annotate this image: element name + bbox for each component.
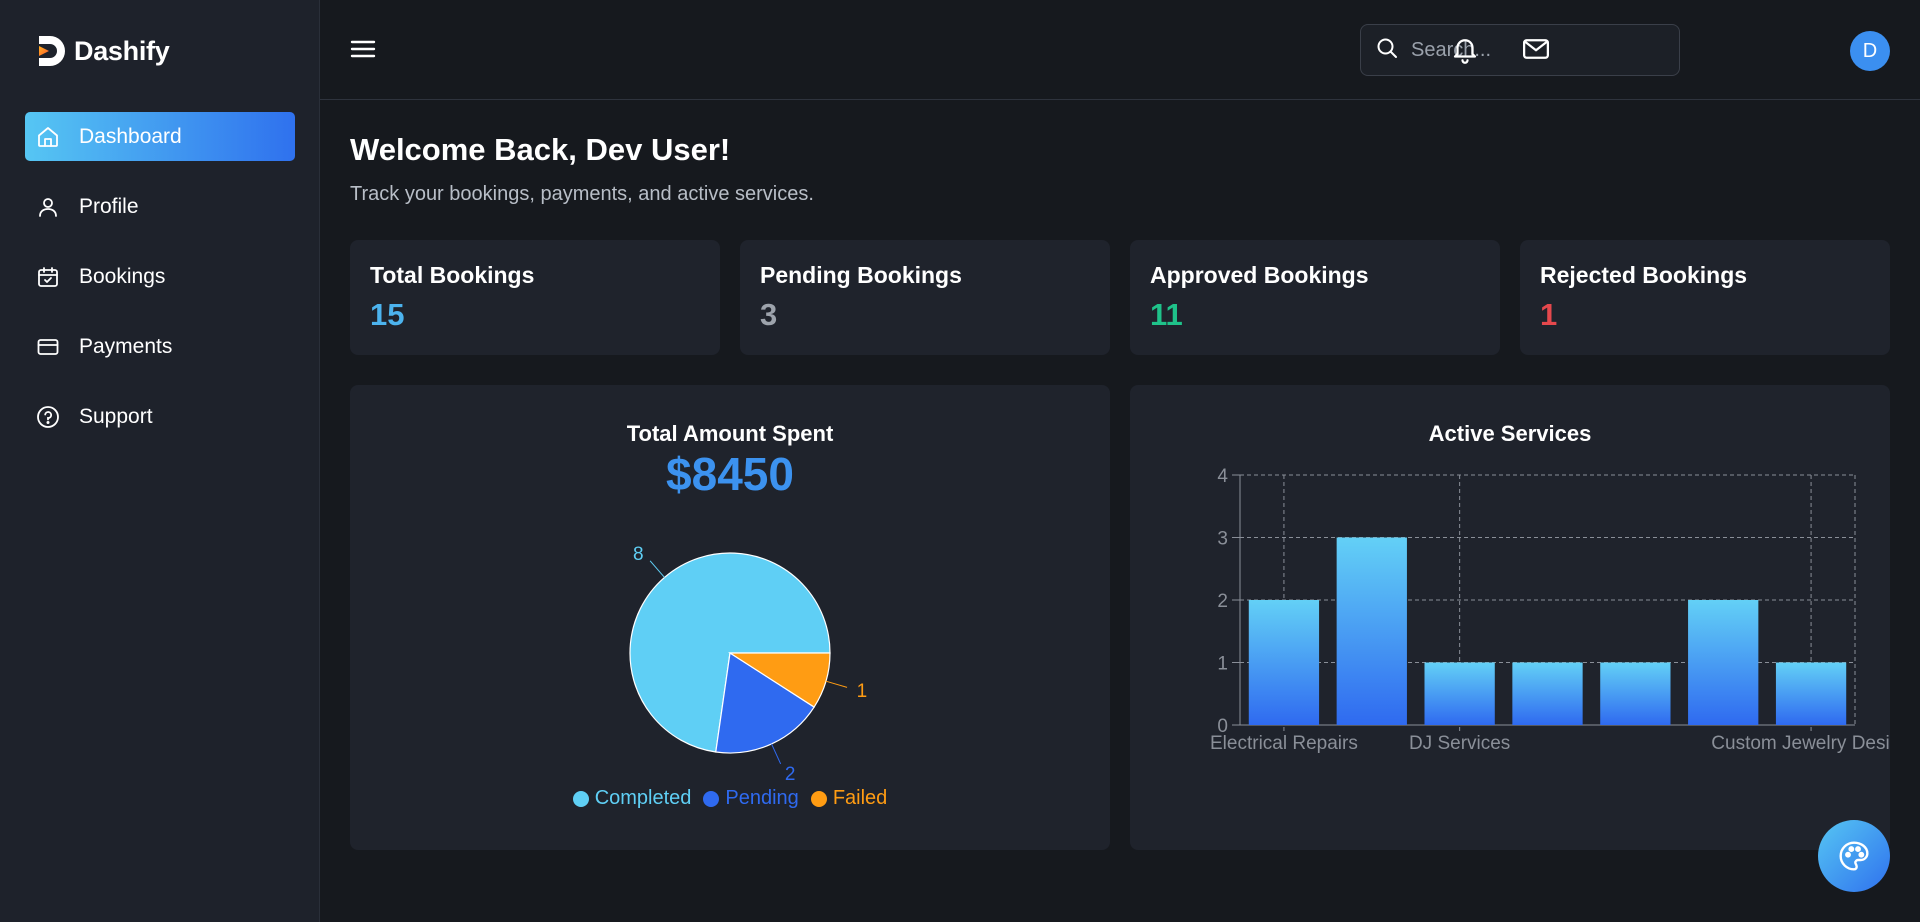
legend-dot (810, 790, 827, 807)
legend-label: Failed (832, 787, 888, 809)
home-icon (35, 124, 61, 150)
pie-data-label: 1 (857, 681, 868, 702)
sidebar-item-dashboard[interactable]: Dashboard (25, 112, 295, 161)
stat-card-rejected-bookings: Rejected Bookings 1 (1520, 240, 1890, 355)
stat-value: 1 (1540, 297, 1558, 332)
x-tick-label: Electrical Repairs (1210, 733, 1358, 754)
pie-legend: Completed Pending Failed (350, 787, 1110, 810)
bar-1 (1248, 600, 1320, 725)
credit-card-icon (35, 334, 61, 360)
pie-data-label: 8 (633, 544, 644, 565)
y-tick-label: 4 (1217, 466, 1228, 487)
x-tick-label: DJ Services (1409, 733, 1510, 754)
pie-leader-line (649, 560, 665, 578)
legend-item-failed[interactable]: Failed (810, 787, 888, 810)
legend-label: Completed (594, 787, 692, 809)
bell-icon[interactable] (1450, 34, 1482, 66)
sidebar-item-label: Support (79, 404, 153, 428)
sidebar-item-bookings[interactable]: Bookings (25, 252, 295, 301)
stat-title: Rejected Bookings (1540, 262, 1748, 288)
sidebar: Dashify Dashboard Profile Bookings Payme… (0, 0, 320, 922)
y-tick-label: 3 (1217, 529, 1228, 550)
brand-logo[interactable]: Dashify (36, 34, 170, 68)
stat-value: 3 (760, 297, 778, 332)
legend-item-completed[interactable]: Completed (572, 787, 692, 810)
mail-icon[interactable] (1520, 34, 1552, 66)
sidebar-item-profile[interactable]: Profile (25, 182, 295, 231)
pie-chart: 8 2 1 (629, 544, 868, 785)
page-title: Welcome Back, Dev User! (350, 132, 731, 167)
calendar-check-icon (35, 264, 61, 290)
pie-data-label: 2 (785, 764, 796, 785)
dashify-logo-icon (39, 36, 65, 66)
x-tick-label: Custom Jewelry Design (1711, 733, 1890, 754)
bar-5 (1600, 662, 1671, 725)
stat-title: Pending Bookings (760, 262, 962, 288)
bar-4 (1512, 662, 1583, 725)
y-tick-label: 1 (1217, 654, 1228, 675)
app: Dashify Dashboard Profile Bookings Payme… (0, 0, 1920, 922)
palette-icon (1839, 841, 1869, 871)
theme-palette-button[interactable] (1818, 820, 1890, 892)
avatar[interactable]: D (1850, 31, 1890, 71)
brand-name: Dashify (74, 35, 170, 66)
amount-spent-panel: Total Amount Spent $8450 821 Completed P… (350, 385, 1110, 850)
stat-card-approved-bookings: Approved Bookings 11 (1130, 240, 1500, 355)
stat-title: Total Bookings (370, 262, 535, 288)
legend-item-pending[interactable]: Pending (703, 787, 799, 810)
stat-card-pending-bookings: Pending Bookings 3 (740, 240, 1110, 355)
sidebar-item-label: Dashboard (79, 124, 182, 148)
pie-leader-line (825, 680, 848, 688)
stat-value: 15 (370, 297, 405, 332)
user-icon (35, 194, 61, 220)
hamburger-menu-icon[interactable] (350, 36, 380, 64)
stat-value: 11 (1150, 297, 1183, 332)
sidebar-item-payments[interactable]: Payments (25, 322, 295, 371)
topbar: D (320, 0, 1920, 100)
legend-dot (703, 790, 720, 807)
search-icon (1375, 36, 1399, 65)
legend-dot (572, 790, 589, 807)
help-circle-icon (35, 404, 61, 430)
bar-3 (1424, 662, 1495, 725)
sidebar-item-support[interactable]: Support (25, 392, 295, 441)
main-content: D Welcome Back, Dev User! Track your boo… (320, 0, 1920, 922)
pie-leader-line (771, 743, 782, 765)
sidebar-item-label: Bookings (79, 264, 166, 288)
bar-chart: 01234Electrical Repairs DJ Services Custom… (1210, 466, 1890, 754)
stat-card-total-bookings: Total Bookings 15 (350, 240, 720, 355)
y-tick-label: 2 (1217, 591, 1228, 612)
sidebar-item-label: Payments (79, 334, 173, 358)
bar-2 (1336, 537, 1407, 725)
sidebar-item-label: Profile (79, 194, 139, 218)
bar-6 (1688, 600, 1759, 725)
page-subtitle: Track your bookings, payments, and activ… (350, 183, 814, 205)
sidebar-nav: Dashboard Profile Bookings Payments Supp… (25, 112, 295, 462)
bar-7 (1775, 662, 1847, 725)
active-services-panel: Active Services 0 1 2 3 4 Electrical Repairs D… (1130, 385, 1890, 850)
stat-title: Approved Bookings (1150, 262, 1369, 288)
legend-label: Pending (725, 787, 799, 809)
